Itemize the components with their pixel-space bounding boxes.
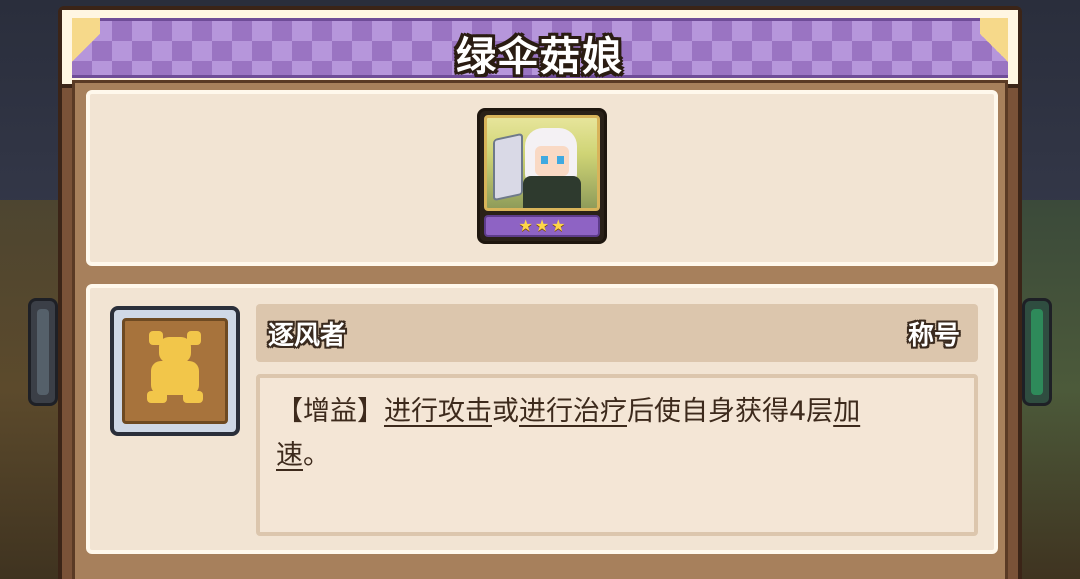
title-bar: 绿伞菇娘 [62, 10, 1018, 88]
skill-description: 【增益】进行攻击或进行治疗后使自身获得4层加速。 [256, 374, 978, 536]
character-body [523, 176, 581, 208]
desc-end: 。 [303, 440, 330, 471]
desc-prefix: 【增益】 [276, 396, 384, 427]
side-tab-right[interactable] [1022, 298, 1052, 406]
umbrella-icon [493, 132, 523, 202]
star-icon: ★ [518, 216, 533, 235]
skill-type-tag: 称号 [907, 320, 960, 351]
star-icon: ★ [551, 216, 566, 235]
character-portrait [484, 115, 600, 211]
side-tab-left[interactable] [28, 298, 58, 406]
bear-figure-icon [159, 337, 191, 363]
star-rating: ★ ★ ★ [484, 215, 600, 237]
portrait-panel: ★ ★ ★ [86, 90, 998, 266]
dialog-title: 绿伞菇娘 [456, 34, 624, 80]
keyword-attack[interactable]: 进行攻击 [384, 396, 492, 427]
keyword-haste-part2[interactable]: 速 [276, 440, 303, 471]
character-eye-right [557, 156, 564, 164]
keyword-haste-part1[interactable]: 加 [833, 396, 860, 427]
skill-name: 逐风者 [268, 320, 347, 351]
character-eye-left [541, 156, 548, 164]
character-detail-dialog: 绿伞菇娘 ★ ★ ★ 逐风者 称号 【增益】进行攻击或进行治疗后使自身获得4层加… [58, 6, 1022, 579]
skill-icon [122, 318, 228, 424]
character-portrait-card[interactable]: ★ ★ ★ [477, 108, 607, 244]
skill-icon-frame[interactable] [110, 306, 240, 436]
star-icon: ★ [534, 216, 550, 235]
keyword-heal[interactable]: 进行治疗 [519, 396, 627, 427]
skill-panel: 逐风者 称号 【增益】进行攻击或进行治疗后使自身获得4层加速。 [86, 284, 998, 554]
skill-header: 逐风者 称号 [256, 304, 978, 362]
desc-or: 或 [492, 396, 519, 427]
desc-mid: 后使自身获得4层 [627, 396, 834, 427]
